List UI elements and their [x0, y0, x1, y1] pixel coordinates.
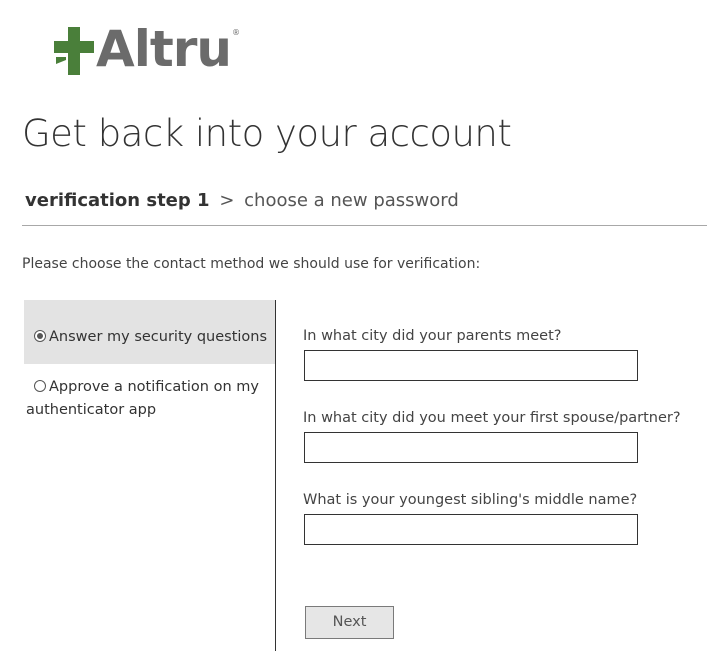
altru-cross-icon — [54, 27, 94, 75]
method-label: Answer my security questions — [49, 329, 268, 345]
answer-input-parents-city[interactable] — [304, 350, 638, 381]
question-label: In what city did you meet your first spo… — [303, 410, 681, 426]
answer-input-sibling-name[interactable] — [304, 514, 638, 545]
registered-mark: ® — [232, 28, 240, 37]
question-block: What is your youngest sibling's middle n… — [303, 492, 681, 574]
radio-selected-icon[interactable] — [34, 330, 46, 342]
instructions-text: Please choose the contact method we shou… — [22, 256, 481, 272]
altru-logo: Altru ® — [54, 24, 240, 78]
step-breadcrumb: verification step 1 > choose a new passw… — [25, 190, 459, 211]
security-questions-form: In what city did your parents meet? In w… — [303, 328, 681, 574]
radio-unselected-icon[interactable] — [34, 380, 46, 392]
password-reset-page: Altru ® Get back into your account verif… — [0, 0, 707, 651]
method-label: Approve a notification on my authenticat… — [26, 379, 259, 419]
next-step: choose a new password — [244, 190, 459, 211]
page-title: Get back into your account — [22, 112, 512, 155]
divider — [22, 225, 707, 226]
panel-divider — [275, 300, 276, 651]
method-authenticator-app[interactable]: Approve a notification on my authenticat… — [24, 364, 275, 430]
method-security-questions[interactable]: Answer my security questions — [24, 300, 275, 364]
question-label: What is your youngest sibling's middle n… — [303, 492, 638, 508]
question-label: In what city did your parents meet? — [303, 328, 562, 344]
breadcrumb-separator: > — [219, 190, 235, 211]
question-block: In what city did your parents meet? — [303, 328, 681, 410]
next-button[interactable]: Next — [305, 606, 394, 639]
question-block: In what city did you meet your first spo… — [303, 410, 681, 492]
answer-input-spouse-city[interactable] — [304, 432, 638, 463]
logo-wordmark: Altru — [96, 20, 232, 78]
contact-method-list: Answer my security questions Approve a n… — [24, 300, 275, 651]
current-step: verification step 1 — [25, 190, 210, 211]
